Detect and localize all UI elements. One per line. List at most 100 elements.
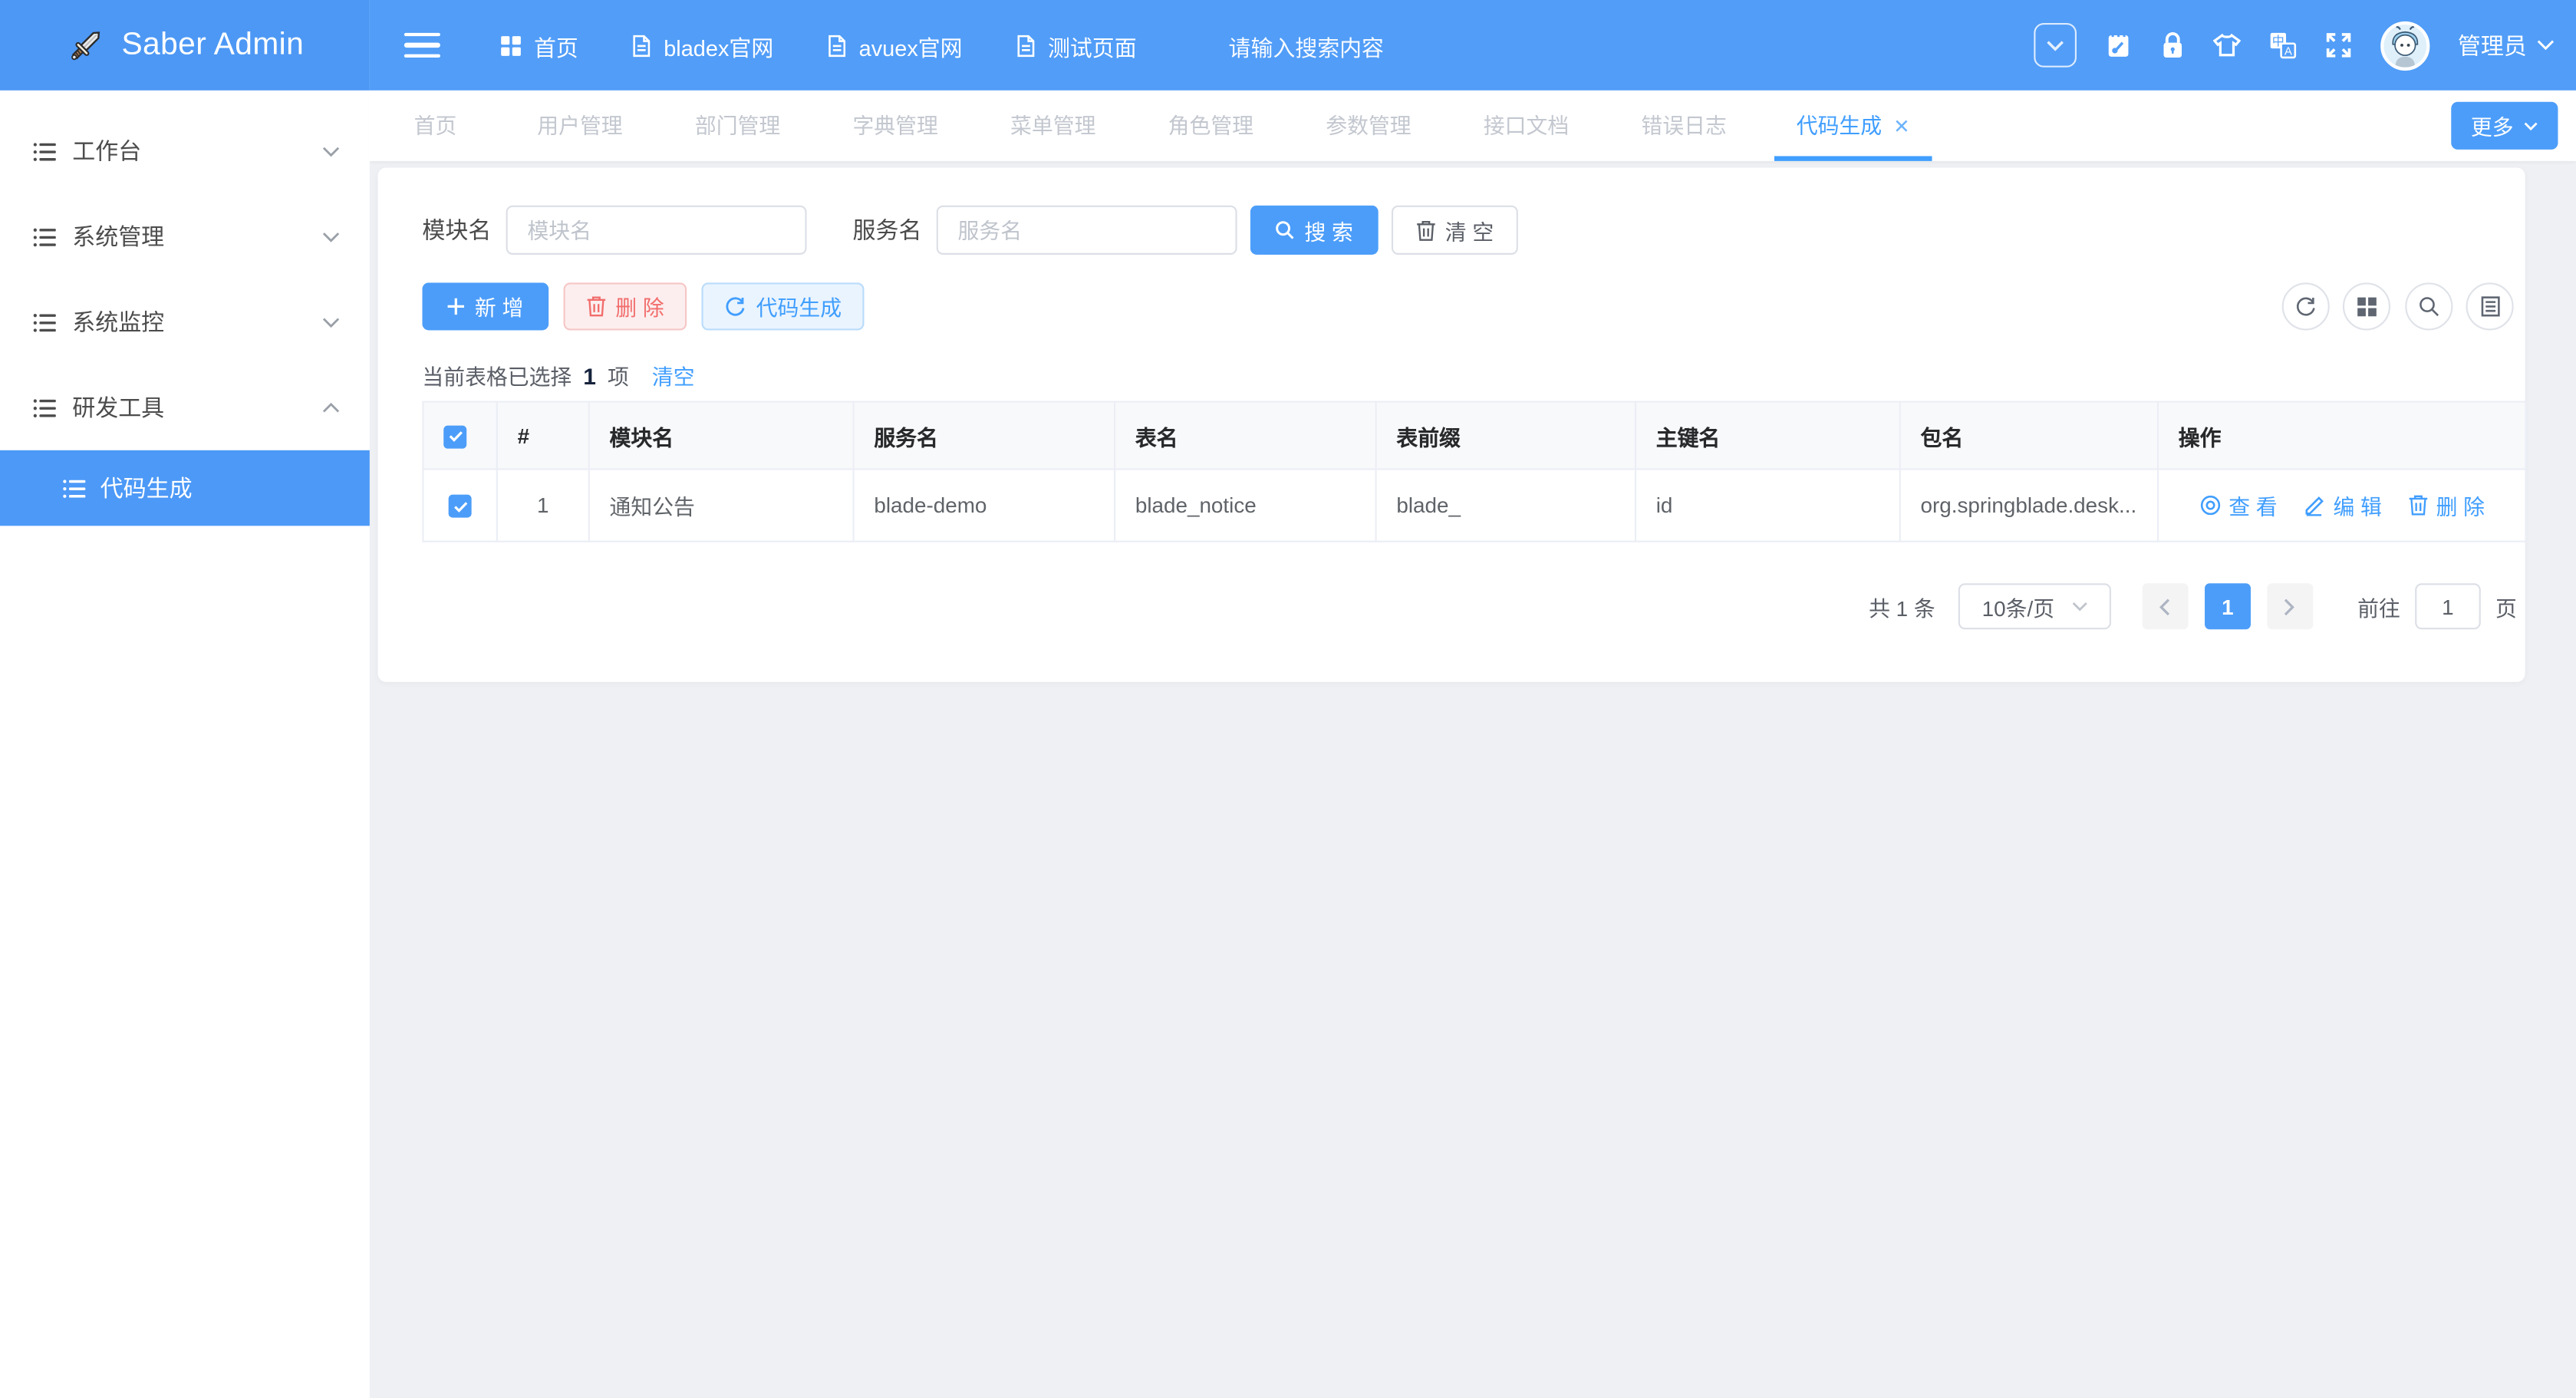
translate-icon[interactable]: 中 A <box>2269 31 2297 59</box>
sword-logo-icon <box>66 25 105 64</box>
tag-tab-code-generation-active[interactable]: 代码生成 ✕ <box>1763 91 1944 161</box>
view-link[interactable]: 查 看 <box>2199 490 2278 521</box>
trash-icon <box>586 295 606 317</box>
column-settings-icon[interactable] <box>2343 282 2390 330</box>
tag-tab-roles[interactable]: 角色管理 <box>1132 91 1290 161</box>
chevron-down-icon <box>322 316 341 328</box>
column-header-service: 服务名 <box>854 402 1115 470</box>
tag-tab-menus[interactable]: 菜单管理 <box>974 91 1132 161</box>
select-all-checkbox[interactable] <box>443 425 466 448</box>
selection-unit: 项 <box>608 360 629 391</box>
user-menu[interactable]: 管理员 <box>2458 28 2555 61</box>
sidebar-item-label: 代码生成 <box>100 472 193 505</box>
content-card: 模块名 服务名 搜 索 清 空 <box>378 167 2525 681</box>
delete-button[interactable]: 删 除 <box>563 282 687 330</box>
list-icon <box>33 312 58 333</box>
fullscreen-icon[interactable] <box>2324 31 2352 59</box>
top-bar: 首页 bladex官网 avuex官 <box>370 0 2576 91</box>
search-toggle-icon[interactable] <box>2404 282 2452 330</box>
topnav-label: avuex官网 <box>859 28 963 61</box>
cell-table: blade_notice <box>1115 469 1376 541</box>
search-icon <box>1275 220 1295 240</box>
brand: Saber Admin <box>0 0 370 91</box>
page-size-value: 10条/页 <box>1982 591 2054 622</box>
list-icon <box>33 397 58 418</box>
sidebar: 工作台 系统管理 <box>0 91 370 1398</box>
row-checkbox[interactable] <box>449 495 472 518</box>
global-search-input[interactable]: 请输入搜索内容 <box>1229 28 1384 61</box>
table-header-row: # 模块名 服务名 表名 表前缀 主键名 包名 操作 <box>423 402 2525 470</box>
table-row: 1 通知公告 blade-demo blade_notice blade_ id… <box>423 469 2525 541</box>
module-name-input[interactable] <box>506 206 807 255</box>
codegen-button[interactable]: 代码生成 <box>702 282 865 330</box>
document-icon <box>631 34 652 57</box>
theme-icon[interactable] <box>2213 33 2241 58</box>
chevron-down-icon <box>2523 120 2538 130</box>
tag-tab-home[interactable]: 首页 <box>370 91 501 161</box>
sidebar-item-dev-tools[interactable]: 研发工具 <box>0 364 370 450</box>
service-name-label: 服务名 <box>852 213 921 246</box>
row-actions: 查 看 编 辑 <box>2179 490 2505 521</box>
tag-tab-parameters[interactable]: 参数管理 <box>1290 91 1448 161</box>
cell-pk: id <box>1636 469 1900 541</box>
sidebar-item-system-management[interactable]: 系统管理 <box>0 194 370 279</box>
topnav-item-test[interactable]: 测试页面 <box>1015 28 1136 61</box>
column-header-module: 模块名 <box>589 402 854 470</box>
active-tab-label: 代码生成 <box>1797 91 1882 161</box>
selection-text: 当前表格已选择 <box>422 360 572 391</box>
page-size-select[interactable]: 10条/页 <box>1958 583 2111 629</box>
top-menu-collapse-button[interactable] <box>2034 23 2077 68</box>
tag-tab-users[interactable]: 用户管理 <box>501 91 659 161</box>
log-icon[interactable] <box>2466 282 2514 330</box>
grid-icon <box>499 34 522 57</box>
topnav-item-avuex[interactable]: avuex官网 <box>826 28 963 61</box>
tag-tab-dictionary[interactable]: 字典管理 <box>816 91 974 161</box>
column-header-index: # <box>497 402 589 470</box>
close-icon[interactable]: ✕ <box>1893 116 1910 136</box>
app-header: Saber Admin 首页 <box>0 0 2576 91</box>
chevron-down-icon <box>2070 602 2087 612</box>
topnav-label: 首页 <box>534 28 578 61</box>
sidebar-item-code-generation[interactable]: 代码生成 <box>0 450 370 526</box>
chevron-down-icon <box>322 231 341 242</box>
topnav-item-bladex[interactable]: bladex官网 <box>631 28 773 61</box>
page-number-1[interactable]: 1 <box>2205 583 2251 629</box>
user-avatar[interactable] <box>2380 21 2429 70</box>
chevron-down-icon <box>2537 39 2555 51</box>
more-tabs-button[interactable]: 更多 <box>2451 102 2558 150</box>
cell-package: org.springblade.desk... <box>1900 469 2158 541</box>
goto-unit: 页 <box>2495 591 2517 622</box>
filter-form: 模块名 服务名 搜 索 清 空 <box>422 206 1518 255</box>
clear-button[interactable]: 清 空 <box>1391 206 1518 255</box>
column-header-actions: 操作 <box>2158 402 2526 470</box>
prev-page-button[interactable] <box>2143 583 2189 629</box>
cell-module: 通知公告 <box>589 469 854 541</box>
sidebar-item-system-monitor[interactable]: 系统监控 <box>0 279 370 364</box>
debug-icon[interactable] <box>2104 31 2132 61</box>
tag-tab-error-logs[interactable]: 错误日志 <box>1605 91 1763 161</box>
selection-clear-link[interactable]: 清空 <box>652 360 695 391</box>
service-name-input[interactable] <box>937 206 1237 255</box>
column-header-prefix: 表前缀 <box>1376 402 1636 470</box>
search-button[interactable]: 搜 索 <box>1250 206 1378 255</box>
topnav-item-home[interactable]: 首页 <box>499 28 578 61</box>
tag-tab-departments[interactable]: 部门管理 <box>659 91 817 161</box>
cell-prefix: blade_ <box>1376 469 1636 541</box>
chevron-up-icon <box>322 402 341 414</box>
topnav-label: 测试页面 <box>1048 28 1137 61</box>
delete-link[interactable]: 删 除 <box>2408 490 2485 521</box>
add-button[interactable]: 新 增 <box>422 282 548 330</box>
next-page-button[interactable] <box>2267 583 2313 629</box>
chevron-down-icon <box>2045 38 2065 51</box>
hamburger-icon[interactable] <box>404 32 440 58</box>
goto-label: 前往 <box>2357 591 2400 622</box>
tag-tab-api-docs[interactable]: 接口文档 <box>1448 91 1606 161</box>
edit-link[interactable]: 编 辑 <box>2304 490 2382 521</box>
goto-page-input[interactable] <box>2415 583 2481 629</box>
data-table: # 模块名 服务名 表名 表前缀 主键名 包名 操作 <box>422 401 2526 542</box>
lock-icon[interactable] <box>2160 31 2185 59</box>
table-toolbar: 新 增 删 除 代码生成 <box>422 282 865 330</box>
pagination: 共 1 条 10条/页 1 前往 页 <box>1869 583 2517 629</box>
refresh-icon[interactable] <box>2281 282 2329 330</box>
sidebar-item-workbench[interactable]: 工作台 <box>0 108 370 193</box>
